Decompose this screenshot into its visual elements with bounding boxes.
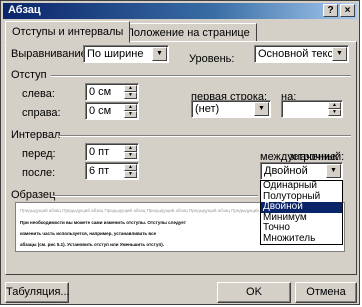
title-bar: Абзац ? × — [3, 3, 357, 19]
indent-right-label: справа: — [22, 107, 61, 119]
indent-right-spinner[interactable]: ▲ ▼ — [124, 104, 137, 118]
paragraph-dialog: Абзац ? × Отступы и интервалы Положение … — [0, 0, 360, 305]
level-label: Уровень: — [189, 53, 235, 65]
tabs-button[interactable]: Табуляция... — [5, 282, 70, 303]
option-single[interactable]: Одинарный — [261, 181, 342, 192]
preview-line-3: абзацы (см. рис 5.1). Установить отступ … — [20, 242, 164, 247]
option-double[interactable]: Двойной — [261, 202, 342, 213]
tab-indents-spacing[interactable]: Отступы и интервалы — [5, 21, 131, 43]
alignment-select[interactable]: По ширине ▼ — [83, 45, 169, 63]
indent-left-spinner[interactable]: ▲ ▼ — [124, 85, 137, 99]
cancel-button[interactable]: Отмена — [295, 282, 357, 303]
preview-line-1: При необходимости вы можете сами изменит… — [20, 220, 186, 225]
spacing-divider — [59, 135, 351, 137]
spacing-after-spinner[interactable]: ▲ ▼ — [124, 164, 137, 178]
level-select[interactable]: Основной текст ▼ — [254, 45, 349, 63]
chevron-down-icon[interactable]: ▼ — [254, 102, 269, 116]
indent-divider — [51, 75, 351, 77]
indent-by-input[interactable]: ▲ ▼ — [281, 100, 343, 118]
spacing-before-input[interactable]: 0 пт ▲ ▼ — [85, 143, 139, 161]
line-spacing-options[interactable]: Одинарный Полуторный Двойной Минимум Точ… — [260, 180, 343, 245]
chevron-down-icon[interactable]: ▼ — [326, 164, 341, 178]
spacing-before-spinner[interactable]: ▲ ▼ — [124, 145, 137, 159]
line-spacing-select[interactable]: Двойной ▼ — [260, 162, 343, 180]
ok-button[interactable]: OK — [217, 282, 291, 303]
chevron-down-icon[interactable]: ▼ — [152, 47, 167, 61]
close-button[interactable]: × — [340, 4, 355, 17]
tab-line-page-breaks[interactable]: Положение на странице — [119, 23, 257, 42]
indent-by-spinner[interactable]: ▲ ▼ — [328, 102, 341, 116]
chevron-down-icon[interactable]: ▼ — [332, 47, 347, 61]
spacing-group-label: Интервал — [11, 129, 61, 141]
preview-divider — [53, 195, 258, 197]
indent-left-label: слева: — [22, 88, 55, 100]
preview-group-label: Образец — [11, 189, 56, 201]
spacing-after-input[interactable]: 6 пт ▲ ▼ — [85, 162, 139, 180]
spacing-after-label: после: — [22, 167, 56, 179]
spacing-at-label: значение: — [289, 151, 340, 163]
preview-line-2: изменить часть используется, например, у… — [20, 231, 157, 236]
spacing-before-label: перед: — [22, 148, 56, 160]
help-button[interactable]: ? — [323, 4, 338, 17]
indent-group-label: Отступ — [11, 69, 47, 81]
indent-left-input[interactable]: 0 см ▲ ▼ — [85, 83, 139, 101]
option-multiple[interactable]: Множитель — [261, 233, 342, 245]
indent-right-input[interactable]: 0 см ▲ ▼ — [85, 102, 139, 120]
alignment-label: Выравнивание: — [11, 48, 90, 60]
first-line-select[interactable]: (нет) ▼ — [191, 100, 271, 118]
dialog-title: Абзац — [8, 4, 41, 16]
option-exactly[interactable]: Точно — [261, 223, 342, 234]
